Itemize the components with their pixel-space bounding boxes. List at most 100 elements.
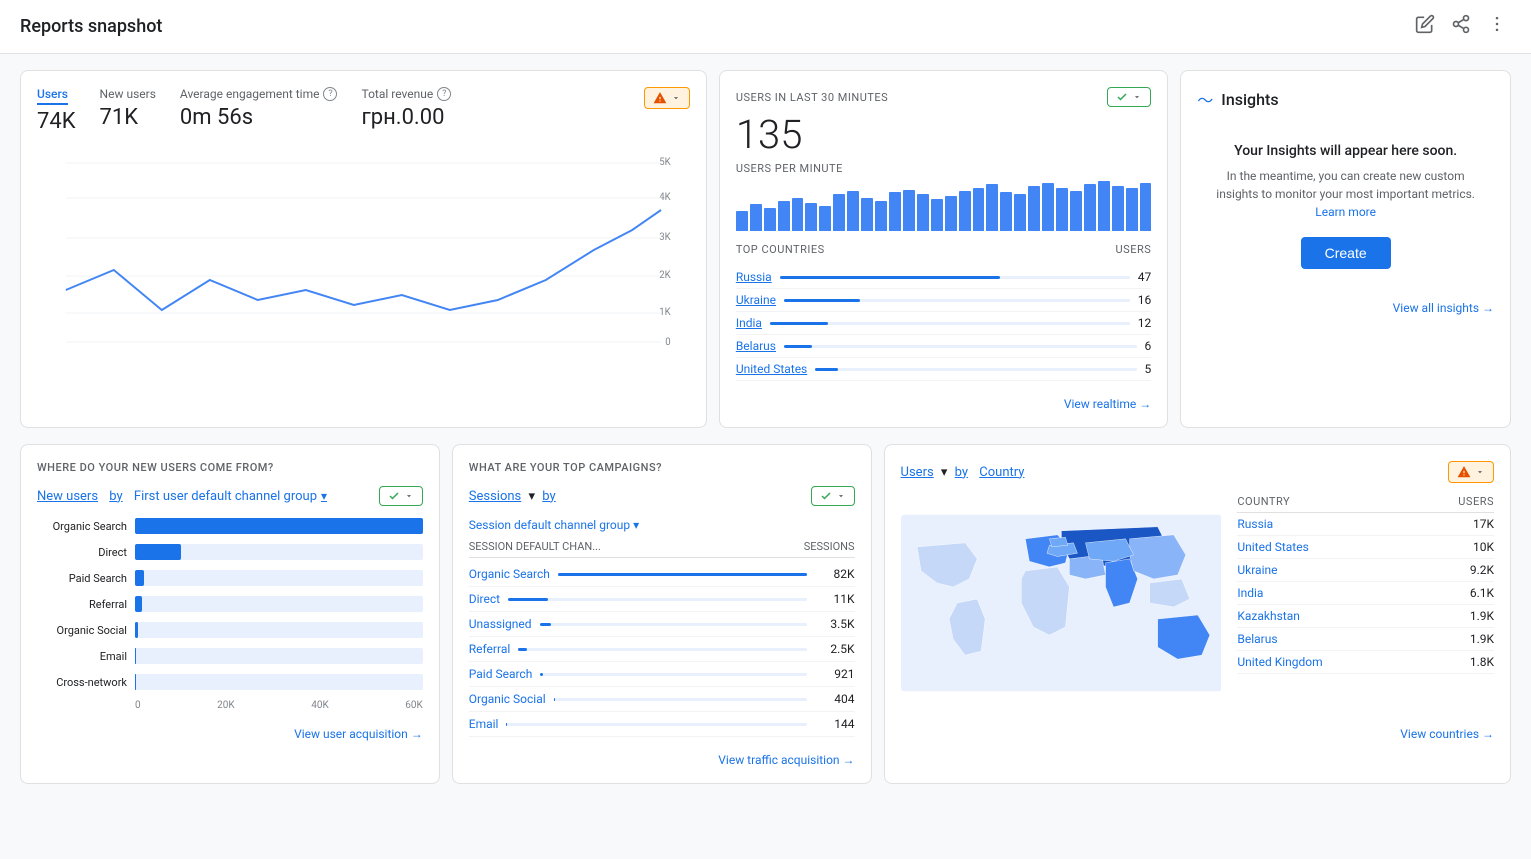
h-bar-track xyxy=(135,622,423,638)
channel-group-dropdown[interactable]: ▾ xyxy=(321,489,327,503)
h-bar-fill xyxy=(135,674,136,690)
new-users-filter-label: New users by First user default channel … xyxy=(37,489,327,504)
session-bar-fill xyxy=(540,623,551,626)
geo-country-name[interactable]: Kazakhstan xyxy=(1237,609,1300,623)
view-realtime-link[interactable]: View realtime → xyxy=(1064,397,1151,411)
geo-country-name[interactable]: United Kingdom xyxy=(1237,655,1322,669)
users-per-min-label: USERS PER MINUTE xyxy=(736,162,1151,175)
insights-main-text: Your Insights will appear here soon. xyxy=(1207,143,1484,159)
session-value: 11K xyxy=(815,592,855,606)
mini-bar xyxy=(1056,188,1068,231)
session-channel-group-link[interactable]: Session default channel group ▾ xyxy=(469,518,855,532)
session-channel[interactable]: Direct xyxy=(469,592,500,606)
top-countries-label: TOP COUNTRIES xyxy=(736,243,825,256)
mini-bar xyxy=(833,194,845,231)
session-value: 2.5K xyxy=(815,642,855,656)
svg-text:2K: 2K xyxy=(659,270,671,281)
geo-country-name[interactable]: Belarus xyxy=(1237,632,1277,646)
country-bar-fill xyxy=(770,322,828,325)
geo-table-row: Belarus 1.9K xyxy=(1237,628,1494,651)
view-all-insights-link[interactable]: View all insights → xyxy=(1197,301,1494,315)
country-name[interactable]: Russia xyxy=(736,270,772,284)
geo-country-users: 10K xyxy=(1473,540,1494,554)
mini-bar xyxy=(945,196,957,231)
geo-table-header: COUNTRY USERS xyxy=(1237,495,1494,513)
h-bar-fill xyxy=(135,518,423,534)
country-users: 16 xyxy=(1138,293,1152,307)
warning-badge[interactable] xyxy=(644,87,690,109)
geo-table-row: Russia 17K xyxy=(1237,513,1494,536)
view-traffic-acquisition-link[interactable]: View traffic acquisition → xyxy=(469,745,855,767)
total-revenue-info-icon[interactable]: ? xyxy=(437,87,451,101)
mini-bar xyxy=(1112,186,1124,231)
mini-bar xyxy=(1084,184,1096,231)
view-countries-link[interactable]: View countries → xyxy=(901,719,1494,741)
h-bar-label: Direct xyxy=(37,546,127,559)
new-users-check-badge[interactable] xyxy=(379,486,423,506)
h-bar-fill xyxy=(135,596,142,612)
session-value: 82K xyxy=(815,567,855,581)
line-chart: 5K 4K 3K 2K 1K 0 xyxy=(37,150,690,350)
country-name[interactable]: United States xyxy=(736,362,807,376)
country-name[interactable]: Belarus xyxy=(736,339,776,353)
more-button[interactable] xyxy=(1483,10,1511,43)
geo-country-name[interactable]: Russia xyxy=(1237,517,1273,531)
geo-country-name[interactable]: United States xyxy=(1237,540,1308,554)
h-bar-track xyxy=(135,648,423,664)
geo-group-link[interactable]: Country xyxy=(979,465,1024,480)
check-badge[interactable] xyxy=(1107,87,1151,107)
geo-content: COUNTRY USERS Russia 17K United States 1… xyxy=(901,495,1494,711)
avg-engagement-label: Average engagement time xyxy=(180,87,320,101)
view-user-acquisition-link[interactable]: View user acquisition → xyxy=(37,719,423,741)
session-channel[interactable]: Referral xyxy=(469,642,511,656)
session-row: Organic Social 404 xyxy=(469,687,855,712)
country-bar-track xyxy=(780,276,1130,279)
mini-bar xyxy=(1126,188,1138,231)
header-actions xyxy=(1411,10,1511,43)
geo-country-name[interactable]: India xyxy=(1237,586,1263,600)
session-bar-fill xyxy=(518,648,527,651)
geo-filter-label: Users ▾ by Country xyxy=(901,465,1025,480)
mini-bar xyxy=(1140,183,1152,231)
session-channel[interactable]: Email xyxy=(469,717,499,731)
country-row: India 12 xyxy=(736,312,1151,335)
geo-table-row: India 6.1K xyxy=(1237,582,1494,605)
geo-warning-badge[interactable] xyxy=(1448,461,1494,483)
mini-bar xyxy=(750,204,762,231)
share-button[interactable] xyxy=(1447,10,1475,43)
new-users-metric: New users 71K xyxy=(100,87,156,130)
insights-sub-text: In the meantime, you can create new cust… xyxy=(1207,167,1484,221)
campaigns-filter-label: Sessions ▾ by xyxy=(469,489,563,504)
users-value: 74K xyxy=(37,109,76,134)
session-channel[interactable]: Unassigned xyxy=(469,617,532,631)
avg-engagement-info-icon[interactable]: ? xyxy=(323,87,337,101)
users-30min-card: USERS IN LAST 30 MINUTES 135 USERS PER M… xyxy=(719,70,1168,428)
session-channel[interactable]: Organic Search xyxy=(469,567,550,581)
bottom-row: WHERE DO YOUR NEW USERS COME FROM? New u… xyxy=(20,444,1511,784)
mini-bar xyxy=(861,198,873,231)
geo-country-users: 9.2K xyxy=(1470,563,1494,577)
h-bar-label: Email xyxy=(37,650,127,663)
country-name[interactable]: India xyxy=(736,316,762,330)
country-users: 6 xyxy=(1145,339,1152,353)
create-button[interactable]: Create xyxy=(1301,237,1391,269)
edit-button[interactable] xyxy=(1411,10,1439,43)
session-channel[interactable]: Paid Search xyxy=(469,667,533,681)
campaigns-check-badge[interactable] xyxy=(811,486,855,506)
top-row: Users 74K New users 71K Average engageme… xyxy=(20,70,1511,428)
x-axis-label: 40K xyxy=(311,700,329,711)
session-bar-fill xyxy=(506,723,507,726)
geo-table-row: United States 10K xyxy=(1237,536,1494,559)
learn-more-link[interactable]: Learn more xyxy=(1315,205,1376,219)
session-bar-track xyxy=(540,623,807,626)
h-bar-label: Organic Social xyxy=(37,624,127,637)
users-label[interactable]: Users xyxy=(37,87,68,105)
session-channel[interactable]: Organic Social xyxy=(469,692,546,706)
channel-group-link[interactable]: First user default channel group xyxy=(134,489,317,504)
session-bar-track xyxy=(508,598,806,601)
geo-country-name[interactable]: Ukraine xyxy=(1237,563,1277,577)
geo-table-row: Kazakhstan 1.9K xyxy=(1237,605,1494,628)
country-users: 12 xyxy=(1138,316,1152,330)
country-name[interactable]: Ukraine xyxy=(736,293,776,307)
page-title: Reports snapshot xyxy=(20,16,162,37)
